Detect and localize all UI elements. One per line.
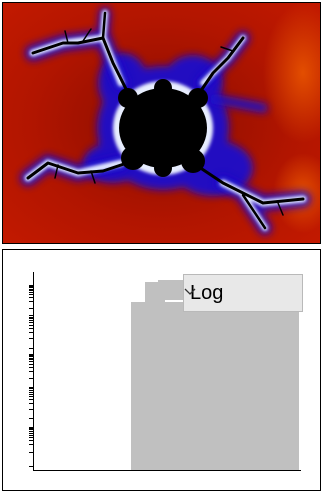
chevron-down-icon [184,288,196,295]
julia-fractal-render [3,3,320,243]
scale-dropdown[interactable]: Log [183,274,303,312]
histogram-bar [158,280,186,300]
fractal-view[interactable] [2,2,321,244]
histogram-panel: Log [2,249,321,491]
histogram-bar [131,302,299,470]
